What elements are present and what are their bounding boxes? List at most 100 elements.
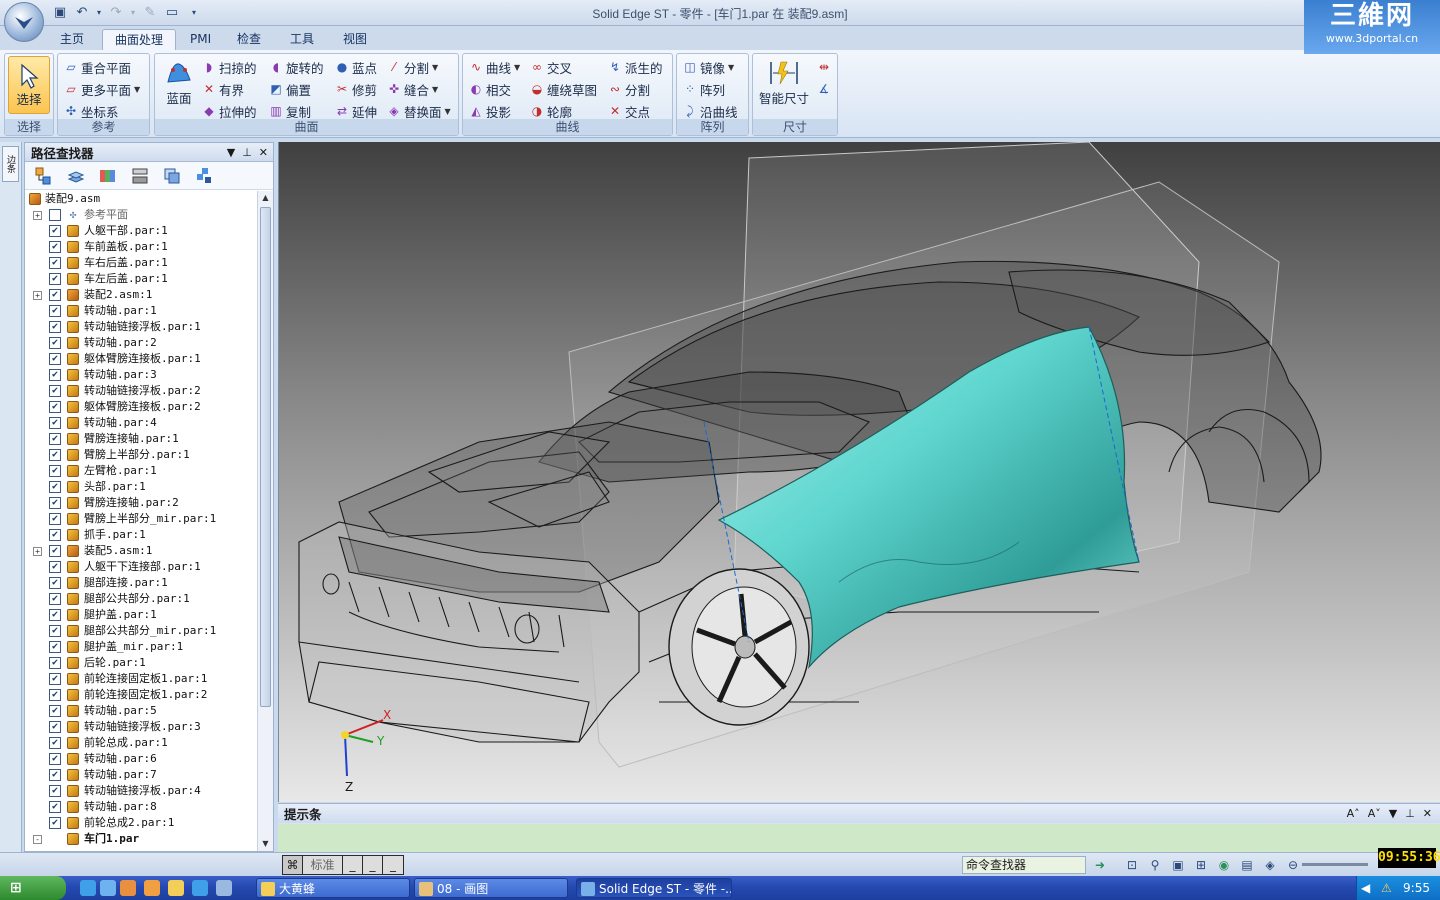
visibility-checkbox[interactable]: ✔ (49, 289, 61, 301)
expand-icon[interactable]: + (33, 291, 42, 300)
visibility-checkbox[interactable]: ✔ (49, 769, 61, 781)
close-icon[interactable]: ✕ (1423, 807, 1432, 820)
project-button[interactable]: ◭ 投影 (469, 101, 511, 121)
pin-icon[interactable]: ⊥ (242, 146, 252, 159)
visibility-checkbox[interactable]: ✔ (49, 401, 61, 413)
taskbar-item-folder[interactable]: 大黄蜂 (256, 878, 410, 898)
visibility-checkbox[interactable]: ✔ (49, 465, 61, 477)
tree-row[interactable]: ✔ 转动轴.par:8 (25, 799, 257, 815)
zoom-area-icon[interactable]: ⊡ (1124, 857, 1140, 873)
swept-button[interactable]: ◗ 扫掠的 (202, 57, 257, 77)
visibility-checkbox[interactable]: ✔ (49, 689, 61, 701)
zones-icon[interactable] (97, 166, 119, 186)
quicklaunch-ie-icon[interactable] (100, 880, 116, 896)
tree-row[interactable]: ✔ 转动轴.par:1 (25, 303, 257, 319)
tree-row[interactable]: + ✣ 参考平面 (25, 207, 257, 223)
visibility-checkbox[interactable]: ✔ (49, 449, 61, 461)
visibility-checkbox[interactable]: ✔ (49, 641, 61, 653)
curves-button[interactable]: ∿ 曲线 ▼ (469, 57, 520, 77)
side-tab-edgebar[interactable]: 边条 (2, 146, 19, 182)
visibility-checkbox[interactable]: ✔ (49, 225, 61, 237)
visibility-checkbox[interactable]: ✔ (49, 785, 61, 797)
tree-row[interactable]: ✔ 转动轴链接浮板.par:1 (25, 319, 257, 335)
tab-home[interactable]: 主页 (48, 29, 96, 50)
tree-row[interactable]: ✔ 转动轴链接浮板.par:3 (25, 719, 257, 735)
tree-row[interactable]: + ✔ 装配5.asm:1 (25, 543, 257, 559)
replace-face-button[interactable]: ◈ 替换面 ▼ (387, 101, 450, 121)
tree-row[interactable]: ✔ 车右后盖.par:1 (25, 255, 257, 271)
copy-button[interactable]: ▥ 复制 (269, 101, 311, 121)
coincident-plane-button[interactable]: ▱ 重合平面 (64, 57, 131, 77)
select-tools-icon[interactable] (161, 166, 183, 186)
tree-row[interactable]: ✔ 后轮.par:1 (25, 655, 257, 671)
minimize-box-icon[interactable]: _ (343, 856, 363, 874)
visibility-checkbox[interactable]: ✔ (49, 801, 61, 813)
visibility-checkbox[interactable]: ✔ (49, 241, 61, 253)
bounded-button[interactable]: ✕ 有界 (202, 79, 244, 99)
quicklaunch-globe-icon[interactable] (192, 880, 208, 896)
visibility-checkbox[interactable]: ✔ (49, 593, 61, 605)
visibility-checkbox[interactable]: ✔ (49, 529, 61, 541)
tree-row[interactable]: + ✔ 装配2.asm:1 (25, 287, 257, 303)
scroll-down-icon[interactable]: ▼ (259, 837, 272, 851)
visibility-checkbox[interactable]: ✔ (49, 337, 61, 349)
visibility-checkbox[interactable]: ✔ (49, 305, 61, 317)
tree-row[interactable]: ✔ 抓手.par:1 (25, 527, 257, 543)
tree-row[interactable]: ✔ 头部.par:1 (25, 479, 257, 495)
minimize-box-icon-2[interactable]: _ (363, 856, 383, 874)
distance-between-button[interactable]: ⇹ (817, 57, 831, 77)
tree-row[interactable]: ✔ 转动轴.par:4 (25, 415, 257, 431)
extend-button[interactable]: ⇄ 延伸 (335, 101, 377, 121)
expand-icon[interactable]: + (33, 547, 42, 556)
start-button[interactable]: ⊞ (0, 876, 66, 900)
quicklaunch-firefox-icon[interactable] (120, 880, 136, 896)
tree-row[interactable]: ✔ 车左后盖.par:1 (25, 271, 257, 287)
visibility-checkbox[interactable]: ✔ (49, 817, 61, 829)
tree-row[interactable]: ✔ 臂膀上半部分.par:1 (25, 447, 257, 463)
visibility-checkbox[interactable]: ✔ (49, 561, 61, 573)
stitch-button[interactable]: ✜ 缝合 ▼ (387, 79, 438, 99)
command-finder-input[interactable]: 命令查找器 (962, 856, 1086, 874)
zoom-slider[interactable] (1302, 863, 1368, 866)
collapse-icon[interactable]: - (33, 835, 42, 844)
configurations-icon[interactable] (129, 166, 151, 186)
visibility-checkbox[interactable]: ✔ (49, 321, 61, 333)
visibility-checkbox[interactable]: ✔ (49, 657, 61, 669)
split-button[interactable]: ⁄ 分割 ▼ (387, 57, 438, 77)
tree-row[interactable]: ✔ 前轮总成.par:1 (25, 735, 257, 751)
zoom-icon[interactable]: ⚲ (1147, 857, 1163, 873)
tree-row[interactable]: ✔ 转动轴.par:5 (25, 703, 257, 719)
zoom-out-icon[interactable]: ⊖ (1285, 857, 1301, 873)
tab-pmi[interactable]: PMI (178, 29, 223, 50)
bluesurf-button[interactable]: 蓝面 (161, 58, 197, 107)
tree-row[interactable]: ✔ 前轮连接固定板1.par:1 (25, 671, 257, 687)
revolved-button[interactable]: ◖ 旋转的 (269, 57, 324, 77)
extruded-button[interactable]: ◆ 拉伸的 (202, 101, 256, 121)
cross-curve-button[interactable]: ∞ 交叉 (530, 57, 572, 77)
contour-button[interactable]: ◑ 轮廓 (530, 101, 572, 121)
tree-row[interactable]: ✔ 躯体臂膀连接板.par:2 (25, 399, 257, 415)
tree-row[interactable]: ✔ 腿护盖.par:1 (25, 607, 257, 623)
bluedot-button[interactable]: ● 蓝点 (335, 57, 377, 77)
tree-row[interactable]: - 车门1.par (25, 831, 257, 847)
visibility-checkbox[interactable]: ✔ (49, 369, 61, 381)
quicklaunch-notes-icon[interactable] (216, 880, 232, 896)
tree-row[interactable]: ✔ 转动轴链接浮板.par:2 (25, 383, 257, 399)
along-curve-button[interactable]: ⤸ 沿曲线 (683, 101, 737, 121)
pan-icon[interactable]: ⊞ (1193, 857, 1209, 873)
offset-button[interactable]: ◩ 偏置 (269, 79, 311, 99)
panel-menu-icon[interactable]: ▼ (1389, 807, 1397, 820)
display-configs-icon[interactable] (193, 166, 215, 186)
tree-row[interactable]: ✔ 躯体臂膀连接板.par:1 (25, 351, 257, 367)
quicklaunch-app-icon[interactable] (144, 880, 160, 896)
tray-alert-icon[interactable]: ⚠ (1381, 876, 1392, 900)
mirror-button[interactable]: ◫ 镜像 ▼ (683, 57, 734, 77)
pattern-button[interactable]: ⁘ 阵列 (683, 79, 725, 99)
tree-row[interactable]: ✔ 臂膀连接轴.par:1 (25, 431, 257, 447)
pathfinder-scrollbar[interactable]: ▲ ▼ (257, 191, 273, 851)
tree-row[interactable]: ✔ 转动轴.par:6 (25, 751, 257, 767)
font-increase-icon[interactable]: A˄ (1347, 807, 1360, 820)
tree-row[interactable]: ✔ 前轮连接固定板1.par:2 (25, 687, 257, 703)
visibility-checkbox[interactable]: ✔ (49, 513, 61, 525)
rotate-icon[interactable]: ◉ (1216, 857, 1232, 873)
